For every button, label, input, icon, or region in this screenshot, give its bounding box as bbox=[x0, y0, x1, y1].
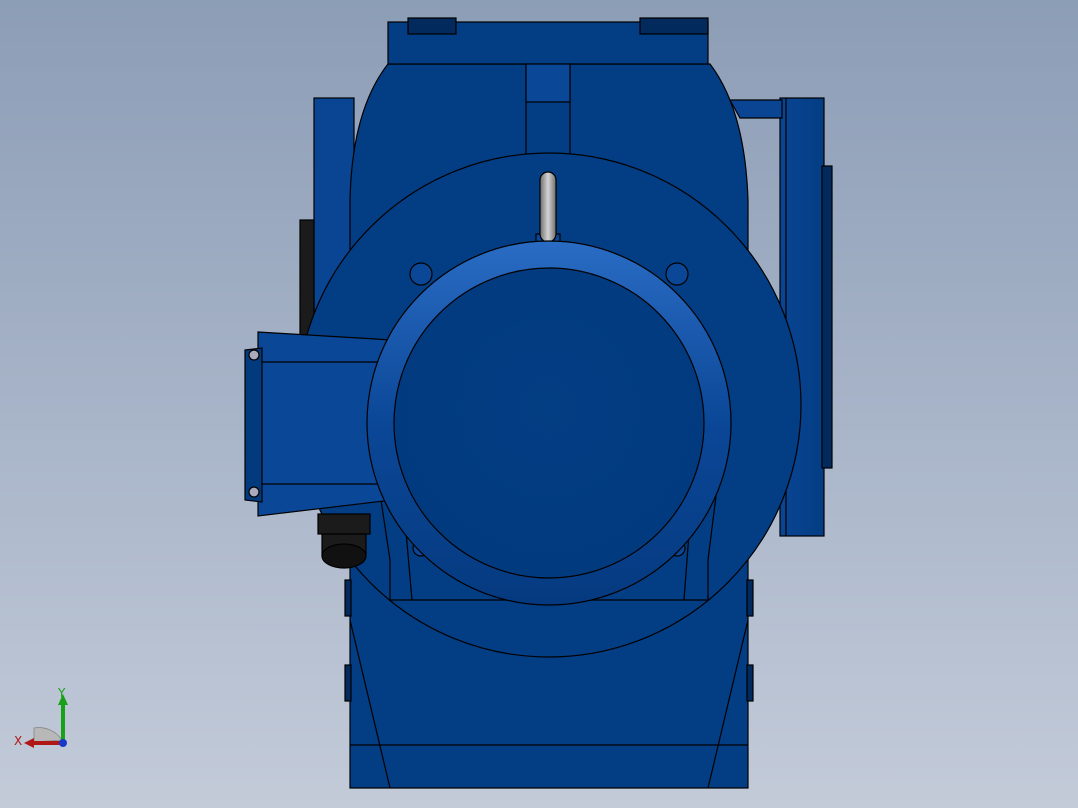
coordinate-triad: Y X bbox=[14, 686, 68, 748]
graphics-viewport[interactable]: Y X bbox=[0, 0, 1078, 808]
gearmotor-model[interactable] bbox=[0, 0, 1078, 808]
z-axis-dot bbox=[59, 739, 67, 747]
lifting-eye[interactable] bbox=[535, 171, 561, 245]
x-axis-label: X bbox=[14, 734, 22, 748]
triad-plane-icon bbox=[33, 727, 63, 743]
motor-end-cap[interactable] bbox=[366, 240, 732, 606]
cable-gland[interactable] bbox=[317, 513, 371, 569]
y-axis-label: Y bbox=[57, 686, 66, 700]
